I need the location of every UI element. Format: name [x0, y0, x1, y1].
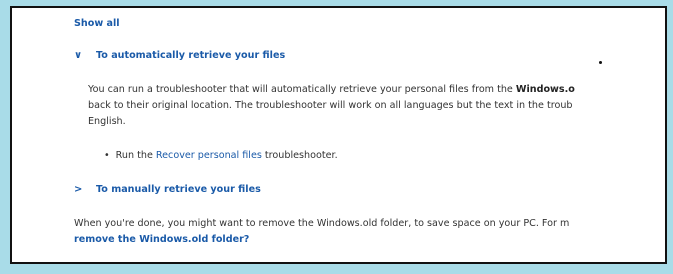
windows-old-bold: Windows.o [515, 84, 575, 95]
section-auto-retrieve[interactable]: ∨ To automatically retrieve your files [74, 48, 285, 64]
section-title-manual: To manually retrieve your files [96, 184, 261, 195]
bullet-item: • Run the Recover personal files troubles… [104, 148, 338, 164]
chevron-right-icon: > [74, 184, 83, 195]
recover-personal-files-link[interactable]: Recover personal files [156, 150, 262, 161]
section-manual-retrieve[interactable]: > To manually retrieve your files [74, 182, 261, 198]
footer-line-1: When you're done, you might want to remo… [74, 218, 570, 229]
show-all-link[interactable]: Show all [74, 16, 120, 32]
bullet-pre-text: Run the [115, 150, 156, 161]
auto-paragraph-line-2: back to their original location. The tro… [88, 100, 573, 111]
bullet-post-text: troubleshooter. [261, 150, 338, 161]
auto-paragraph-line-1: You can run a troubleshooter that will a… [88, 82, 665, 98]
auto-paragraph-line-3: English. [88, 116, 126, 127]
bullet-icon: • [104, 150, 110, 161]
section-title-auto: To automatically retrieve your files [96, 50, 286, 61]
stray-dot [599, 61, 602, 64]
remove-windows-old-link[interactable]: remove the Windows.old folder? [74, 232, 665, 248]
help-article-panel: Show all ∨ To automatically retrieve your… [10, 6, 667, 264]
chevron-down-icon: ∨ [74, 50, 83, 61]
auto-paragraph-text: You can run a troubleshooter that will a… [88, 84, 516, 95]
